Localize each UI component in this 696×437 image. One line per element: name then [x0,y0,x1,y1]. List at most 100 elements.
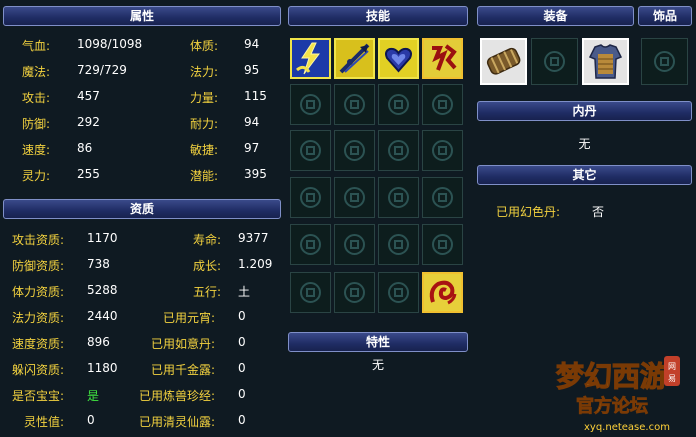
apt-lianshou-label: 已用炼兽珍经: [139,389,216,403]
attr-endurance-label: 耐力: [190,117,219,131]
skill-slot-empty[interactable] [378,224,419,265]
skill-slot-empty[interactable] [422,130,463,171]
armor-icon [584,40,627,83]
apt-is-baby-value: 是 [87,389,100,403]
apt-magic-label: 法力资质: [12,311,65,325]
skill-slot-1[interactable] [290,38,331,79]
empty-slot-emblem-icon [388,187,409,208]
empty-slot-emblem-icon [300,234,321,255]
svg-text:xyq.netease.com: xyq.netease.com [584,422,670,433]
empty-slot-emblem-icon [388,234,409,255]
attr-endurance-value: 94 [244,115,260,129]
skill-slot-empty[interactable] [378,130,419,171]
apt-growth-value: 1.209 [238,257,273,271]
apt-spirituality-value: 0 [87,413,95,427]
skill-slot-empty[interactable] [378,272,419,313]
attr-agility-label: 敏捷: [190,143,219,157]
armguard-icon [482,40,525,83]
skill-slot-empty[interactable] [378,84,419,125]
attr-hp-label: 气血: [22,39,51,53]
empty-slot-emblem-icon [300,140,321,161]
skill-slot-empty[interactable] [422,177,463,218]
apt-lianshou-value: 0 [238,387,246,401]
skill-slot-empty[interactable] [290,177,331,218]
skill-slot-empty[interactable] [334,130,375,171]
skill-slot-4[interactable] [422,38,463,79]
attr-mp-label: 魔法: [22,65,51,79]
accessory-slot[interactable] [641,38,688,85]
apt-magic-value: 2440 [87,309,118,323]
attr-strength-label: 力量: [190,91,219,105]
empty-slot-emblem-icon [432,140,453,161]
skill-slot-empty[interactable] [290,272,331,313]
attr-constitution-value: 94 [244,37,260,51]
empty-slot-emblem-icon [344,94,365,115]
equipment-slot-3[interactable] [582,38,629,85]
empty-slot-emblem-icon [432,94,453,115]
apt-dodge-value: 1180 [87,361,118,375]
apt-ruyidan-label: 已用如意丹: [151,337,216,351]
apt-spirituality-label: 灵性值: [24,415,65,429]
attr-hp-value: 1098/1098 [77,37,143,51]
empty-slot-emblem-icon [300,282,321,303]
skills-header: 技能 [288,6,468,26]
neidan-value: 无 [578,137,591,151]
apt-growth-label: 成长: [193,259,222,273]
svg-text:梦幻西游: 梦幻西游 [556,360,668,393]
skill-slot-empty[interactable] [334,177,375,218]
apt-yuanxiao-label: 已用元宵: [163,311,216,325]
special-value: 无 [371,358,384,372]
apt-attack-value: 1170 [87,231,118,245]
empty-slot-emblem-icon [388,140,409,161]
empty-slot-emblem-icon [432,187,453,208]
skill-slot-empty[interactable] [378,177,419,218]
attr-speed-label: 速度: [22,143,51,157]
skill-slot-2[interactable] [334,38,375,79]
attr-magic-label: 法力: [190,65,219,79]
skill-slot-empty[interactable] [290,224,331,265]
other-huanse-label: 已用幻色丹: [496,205,561,219]
empty-slot-emblem-icon [300,187,321,208]
attr-constitution-label: 体质: [190,39,219,53]
apt-yuanxiao-value: 0 [238,309,246,323]
apt-lifespan-label: 寿命: [193,233,222,247]
attr-spirit-value: 255 [77,167,100,181]
attr-spirit-label: 灵力: [22,169,51,183]
skill-slot-empty[interactable] [422,224,463,265]
apt-qianjinlu-label: 已用千金露: [151,363,216,377]
apt-element-label: 五行: [193,285,222,299]
attr-attack-label: 攻击: [22,91,51,105]
accessory-header: 饰品 [638,6,692,26]
apt-ruyidan-value: 0 [238,335,246,349]
equipment-slot-empty[interactable] [531,38,578,85]
skill-slot-special[interactable] [422,272,463,313]
equipment-slot-1[interactable] [480,38,527,85]
empty-slot-emblem-icon [654,51,675,72]
empty-slot-emblem-icon [344,234,365,255]
apt-attack-label: 攻击资质: [12,233,65,247]
apt-defense-label: 防御资质: [12,259,65,273]
skill-slot-empty[interactable] [334,224,375,265]
svg-text:官方论坛: 官方论坛 [576,395,648,417]
skill-slot-empty[interactable] [334,84,375,125]
apt-qianjinlu-value: 0 [238,361,246,375]
attr-potential-label: 潜能: [190,169,219,183]
special-header: 特性 [288,332,468,352]
apt-qingling-label: 已用清灵仙露: [139,415,216,429]
skill-rune-icon [424,40,461,77]
skill-slot-empty[interactable] [290,130,331,171]
equipment-header: 装备 [477,6,634,26]
empty-slot-emblem-icon [388,94,409,115]
empty-slot-emblem-icon [344,140,365,161]
attr-defense-label: 防御: [22,117,51,131]
skill-slot-empty[interactable] [334,272,375,313]
skill-slot-3[interactable] [378,38,419,79]
skill-slot-empty[interactable] [290,84,331,125]
svg-text:易: 易 [668,374,676,383]
empty-slot-emblem-icon [544,51,565,72]
skill-lightning-icon [292,40,329,77]
skill-heart-icon [380,40,417,77]
empty-slot-emblem-icon [344,282,365,303]
skill-slot-empty[interactable] [422,84,463,125]
skill-spear-icon [336,40,373,77]
